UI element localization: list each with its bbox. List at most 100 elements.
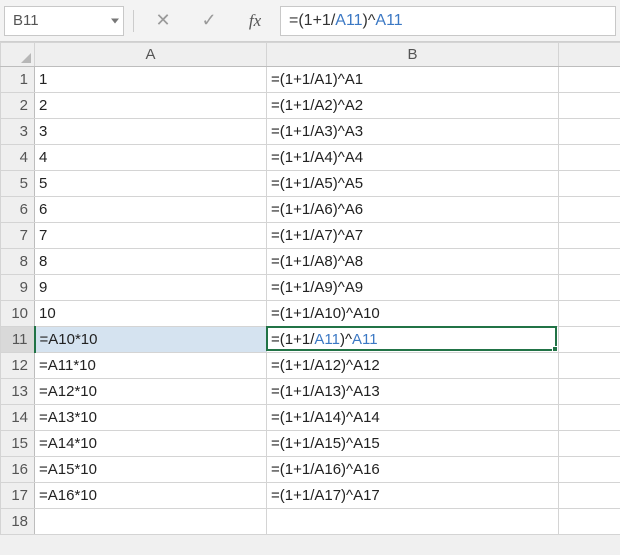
- cell-a[interactable]: =A10*10: [35, 327, 267, 353]
- cell-blank[interactable]: [559, 327, 620, 353]
- cell-b[interactable]: =(1+1/A6)^A6: [267, 197, 559, 223]
- cell-b[interactable]: =(1+1/A15)^A15: [267, 431, 559, 457]
- row-header[interactable]: 14: [1, 405, 35, 431]
- table-row: 66=(1+1/A6)^A6: [1, 197, 620, 223]
- cell-a[interactable]: 3: [35, 119, 267, 145]
- table-row: 11=(1+1/A1)^A1: [1, 67, 620, 93]
- cell-b[interactable]: =(1+1/A3)^A3: [267, 119, 559, 145]
- row-header[interactable]: 4: [1, 145, 35, 171]
- column-header-blank[interactable]: [559, 43, 620, 67]
- cell-a[interactable]: [35, 509, 267, 535]
- cell-blank[interactable]: [559, 483, 620, 509]
- row-header[interactable]: 11: [1, 327, 35, 353]
- cell-b[interactable]: =(1+1/A14)^A14: [267, 405, 559, 431]
- check-icon: ✓: [201, 10, 216, 31]
- table-row: 15=A14*10=(1+1/A15)^A15: [1, 431, 620, 457]
- cell-b[interactable]: =(1+1/A5)^A5: [267, 171, 559, 197]
- column-header-b[interactable]: B: [267, 43, 559, 67]
- table-row: 55=(1+1/A5)^A5: [1, 171, 620, 197]
- cell-a[interactable]: =A15*10: [35, 457, 267, 483]
- table-row: 1010=(1+1/A10)^A10: [1, 301, 620, 327]
- cell-a[interactable]: =A14*10: [35, 431, 267, 457]
- cell-a[interactable]: 1: [35, 67, 267, 93]
- cell-b[interactable]: =(1+1/A1)^A1: [267, 67, 559, 93]
- chevron-down-icon[interactable]: [111, 18, 119, 23]
- grid: A B 11=(1+1/A1)^A122=(1+1/A2)^A233=(1+1/…: [0, 42, 620, 535]
- table-row: 33=(1+1/A3)^A3: [1, 119, 620, 145]
- table-row: 16=A15*10=(1+1/A16)^A16: [1, 457, 620, 483]
- cell-blank[interactable]: [559, 509, 620, 535]
- cell-blank[interactable]: [559, 67, 620, 93]
- cell-b[interactable]: =(1+1/A8)^A8: [267, 249, 559, 275]
- cell-blank[interactable]: [559, 249, 620, 275]
- cell-a[interactable]: 6: [35, 197, 267, 223]
- cell-a[interactable]: 2: [35, 93, 267, 119]
- cell-b[interactable]: =(1+1/A2)^A2: [267, 93, 559, 119]
- cell-a[interactable]: 7: [35, 223, 267, 249]
- cell-b[interactable]: =(1+1/A7)^A7: [267, 223, 559, 249]
- cell-a[interactable]: =A13*10: [35, 405, 267, 431]
- table-row: 14=A13*10=(1+1/A14)^A14: [1, 405, 620, 431]
- row-header[interactable]: 16: [1, 457, 35, 483]
- table-row: 88=(1+1/A8)^A8: [1, 249, 620, 275]
- row-header[interactable]: 5: [1, 171, 35, 197]
- cell-blank[interactable]: [559, 275, 620, 301]
- row-header[interactable]: 2: [1, 93, 35, 119]
- cell-a[interactable]: 8: [35, 249, 267, 275]
- cell-b[interactable]: =(1+1/A10)^A10: [267, 301, 559, 327]
- cell-b[interactable]: =(1+1/A16)^A16: [267, 457, 559, 483]
- row-header[interactable]: 3: [1, 119, 35, 145]
- cell-b[interactable]: =(1+1/A12)^A12: [267, 353, 559, 379]
- table-row: 13=A12*10=(1+1/A13)^A13: [1, 379, 620, 405]
- cell-a[interactable]: =A12*10: [35, 379, 267, 405]
- cell-b[interactable]: =(1+1/A9)^A9: [267, 275, 559, 301]
- row-header[interactable]: 13: [1, 379, 35, 405]
- cell-a[interactable]: 10: [35, 301, 267, 327]
- cell-blank[interactable]: [559, 145, 620, 171]
- cell-blank[interactable]: [559, 93, 620, 119]
- cell-blank[interactable]: [559, 353, 620, 379]
- table-row: 11=A10*10=(1+1/A11)^A11: [1, 327, 620, 353]
- name-box[interactable]: B11: [4, 6, 124, 36]
- cell-blank[interactable]: [559, 457, 620, 483]
- row-header[interactable]: 9: [1, 275, 35, 301]
- cell-blank[interactable]: [559, 379, 620, 405]
- row-header[interactable]: 18: [1, 509, 35, 535]
- table-row: 99=(1+1/A9)^A9: [1, 275, 620, 301]
- select-all-corner[interactable]: [1, 43, 35, 67]
- cell-a[interactable]: 4: [35, 145, 267, 171]
- cell-blank[interactable]: [559, 223, 620, 249]
- cell-blank[interactable]: [559, 405, 620, 431]
- cell-a[interactable]: 9: [35, 275, 267, 301]
- column-header-a[interactable]: A: [35, 43, 267, 67]
- cell-b[interactable]: =(1+1/A11)^A11: [267, 327, 559, 353]
- cell-blank[interactable]: [559, 119, 620, 145]
- row-header[interactable]: 7: [1, 223, 35, 249]
- row-header[interactable]: 12: [1, 353, 35, 379]
- cell-blank[interactable]: [559, 197, 620, 223]
- cell-a[interactable]: =A11*10: [35, 353, 267, 379]
- fx-icon: fx: [249, 11, 261, 31]
- row-header[interactable]: 10: [1, 301, 35, 327]
- row-header[interactable]: 8: [1, 249, 35, 275]
- cell-blank[interactable]: [559, 301, 620, 327]
- enter-button[interactable]: ✓: [188, 6, 230, 36]
- row-header[interactable]: 6: [1, 197, 35, 223]
- cell-blank[interactable]: [559, 171, 620, 197]
- row-header[interactable]: 15: [1, 431, 35, 457]
- cell-b[interactable]: =(1+1/A4)^A4: [267, 145, 559, 171]
- row-header[interactable]: 17: [1, 483, 35, 509]
- cancel-button[interactable]: ✕: [142, 6, 184, 36]
- cell-b[interactable]: =(1+1/A13)^A13: [267, 379, 559, 405]
- row-header[interactable]: 1: [1, 67, 35, 93]
- cell-b[interactable]: =(1+1/A17)^A17: [267, 483, 559, 509]
- cell-a[interactable]: 5: [35, 171, 267, 197]
- cell-a[interactable]: =A16*10: [35, 483, 267, 509]
- close-icon: ✕: [155, 10, 170, 31]
- cell-b[interactable]: [267, 509, 559, 535]
- table-row: 77=(1+1/A7)^A7: [1, 223, 620, 249]
- formula-input[interactable]: =(1+1/A11)^A11: [280, 6, 616, 36]
- name-box-value: B11: [13, 12, 39, 29]
- cell-blank[interactable]: [559, 431, 620, 457]
- insert-function-button[interactable]: fx: [234, 6, 276, 36]
